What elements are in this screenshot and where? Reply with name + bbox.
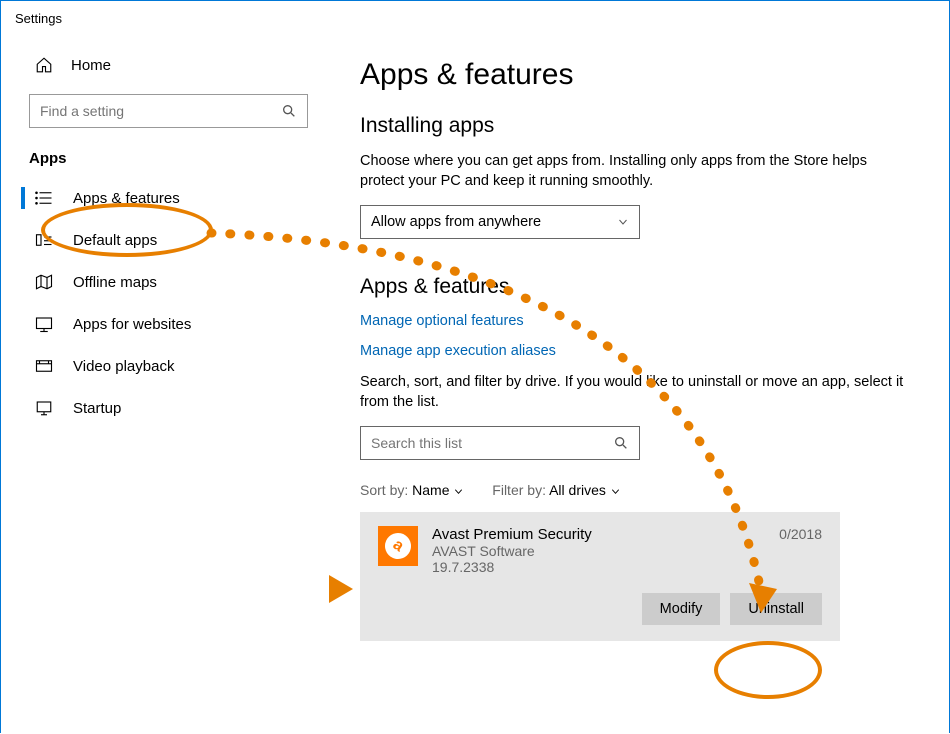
home-label: Home	[71, 57, 111, 74]
avast-icon: a	[378, 526, 418, 566]
installing-apps-heading: Installing apps	[360, 114, 909, 138]
installing-apps-desc: Choose where you can get apps from. Inst…	[360, 152, 909, 191]
settings-search-input[interactable]	[40, 103, 281, 119]
app-list-item[interactable]: a Avast Premium Security AVAST Software …	[360, 512, 840, 641]
app-version: 19.7.2338	[432, 559, 822, 575]
filter-by-dropdown[interactable]: All drives	[549, 482, 621, 498]
app-list-search[interactable]	[360, 426, 640, 460]
sidebar-section-label: Apps	[1, 146, 336, 177]
nav-default-apps[interactable]: Default apps	[1, 219, 336, 261]
link-icon	[35, 315, 53, 333]
app-name: Avast Premium Security	[432, 526, 822, 543]
map-icon	[35, 273, 53, 291]
apps-features-heading: Apps & features	[360, 275, 909, 299]
modify-button[interactable]: Modify	[642, 593, 721, 625]
nav-startup[interactable]: Startup	[1, 387, 336, 429]
install-source-dropdown[interactable]: Allow apps from anywhere	[360, 205, 640, 239]
video-icon	[35, 357, 53, 375]
sort-by-dropdown[interactable]: Name	[412, 482, 468, 498]
list-icon	[35, 189, 53, 207]
filter-desc: Search, sort, and filter by drive. If yo…	[360, 373, 909, 412]
manage-aliases-link[interactable]: Manage app execution aliases	[360, 343, 909, 359]
nav-video-playback[interactable]: Video playback	[1, 345, 336, 387]
nav-apps-features[interactable]: Apps & features	[1, 177, 336, 219]
app-install-date: 0/2018	[779, 526, 822, 542]
nav-item-label: Startup	[73, 400, 121, 417]
nav-apps-websites[interactable]: Apps for websites	[1, 303, 336, 345]
manage-optional-link[interactable]: Manage optional features	[360, 313, 909, 329]
nav-item-label: Apps for websites	[73, 316, 191, 333]
sort-by-label: Sort by:	[360, 482, 408, 498]
page-title: Apps & features	[360, 58, 909, 92]
defaults-icon	[35, 231, 53, 249]
nav-offline-maps[interactable]: Offline maps	[1, 261, 336, 303]
sidebar: Home Apps Apps & features	[1, 40, 336, 731]
main-content: Apps & features Installing apps Choose w…	[336, 40, 949, 731]
settings-search[interactable]	[29, 94, 308, 128]
install-source-value: Allow apps from anywhere	[371, 214, 541, 230]
startup-icon	[35, 399, 53, 417]
app-publisher: AVAST Software	[432, 543, 822, 559]
app-list-search-input[interactable]	[371, 435, 613, 451]
filter-by-label: Filter by:	[492, 482, 546, 498]
uninstall-button[interactable]: Uninstall	[730, 593, 822, 625]
chevron-down-icon	[617, 216, 629, 228]
search-icon	[613, 435, 629, 451]
search-icon	[281, 103, 297, 119]
home-icon	[35, 56, 53, 74]
nav-item-label: Apps & features	[73, 190, 180, 207]
nav-item-label: Video playback	[73, 358, 174, 375]
home-nav[interactable]: Home	[1, 46, 336, 84]
window-title: Settings	[1, 1, 949, 40]
nav-item-label: Default apps	[73, 232, 157, 249]
nav-item-label: Offline maps	[73, 274, 157, 291]
